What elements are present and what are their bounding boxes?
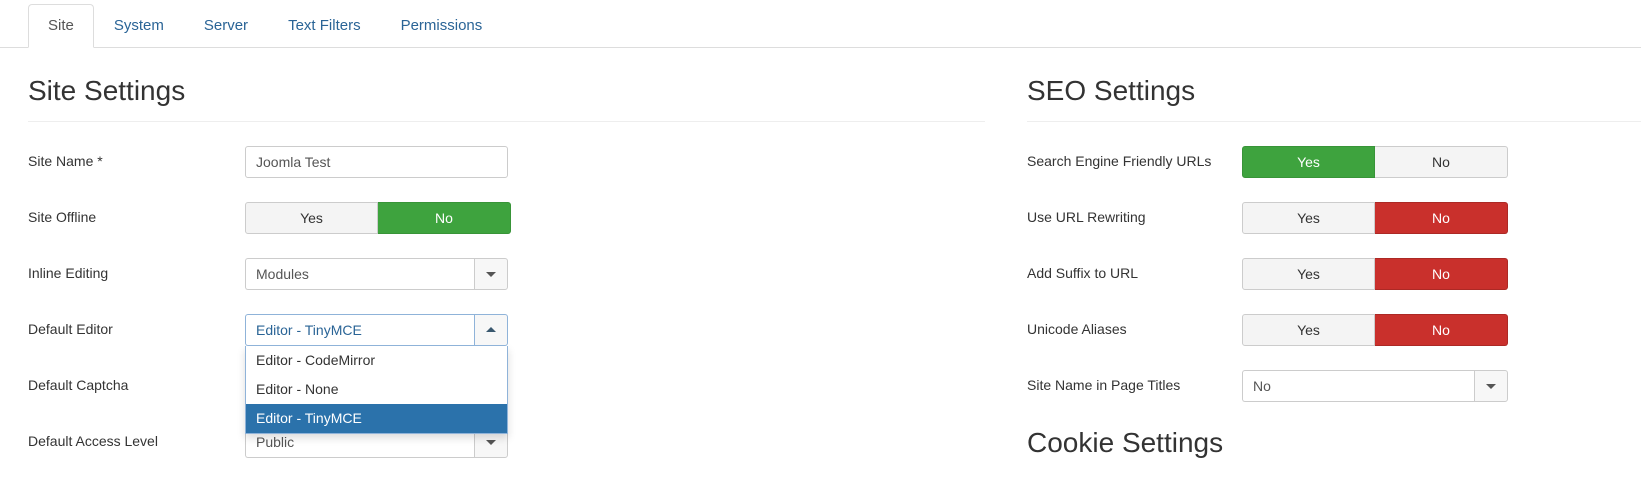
row-site-offline: Site Offline Yes No [28,201,985,234]
row-default-editor: Default Editor Editor - TinyMCE Editor -… [28,313,985,434]
default-editor-option-codemirror[interactable]: Editor - CodeMirror [246,346,507,375]
row-inline-editing: Inline Editing Modules [28,257,985,290]
tab-system[interactable]: System [94,4,184,48]
tab-server-label: Server [203,17,249,34]
cookie-settings-heading: Cookie Settings [1027,426,1224,458]
url-rewriting-label: Use URL Rewriting [1027,208,1146,225]
row-sef-urls: Search Engine Friendly URLs Yes No [1027,145,1641,178]
site-name-in-titles-control: No [1242,369,1508,402]
default-editor-value[interactable]: Editor - TinyMCE [245,313,474,346]
default-editor-option-list: Editor - CodeMirror Editor - None Editor… [245,345,508,434]
site-name-in-titles-select[interactable]: No [1242,369,1508,402]
site-name-control [245,145,508,178]
default-editor-control: Editor - TinyMCE Editor - CodeMirror Edi… [245,313,508,434]
tab-site-label: Site [48,17,74,34]
site-offline-label: Site Offline [28,208,97,225]
add-suffix-control: Yes No [1242,257,1508,290]
default-captcha-label: Default Captcha [28,376,129,393]
inline-editing-select[interactable]: Modules [245,257,508,290]
default-editor-option-tinymce[interactable]: Editor - TinyMCE [246,403,507,433]
inline-editing-control: Modules [245,257,508,290]
tab-permissions[interactable]: Permissions [381,4,503,48]
add-suffix-yes[interactable]: Yes [1242,257,1375,290]
site-name-input[interactable] [245,145,508,178]
url-rewriting-btngroup: Yes No [1242,201,1508,234]
url-rewriting-control: Yes No [1242,201,1508,234]
sef-urls-label: Search Engine Friendly URLs [1027,152,1212,169]
site-name-label: Site Name * [28,152,103,169]
url-rewriting-no[interactable]: No [1375,201,1508,234]
inline-editing-value[interactable]: Modules [245,257,474,290]
default-editor-combobox-head[interactable]: Editor - TinyMCE [245,313,508,346]
unicode-aliases-no[interactable]: No [1375,313,1508,346]
tab-server[interactable]: Server [184,4,268,48]
site-settings-heading: Site Settings [28,75,186,106]
row-site-name: Site Name * [28,145,985,178]
unicode-aliases-label: Unicode Aliases [1027,320,1127,337]
row-url-rewriting: Use URL Rewriting Yes No [1027,201,1641,234]
chevron-up-icon[interactable] [474,313,508,346]
tab-text-filters[interactable]: Text Filters [268,4,381,48]
chevron-down-icon[interactable] [1474,369,1508,402]
site-name-in-titles-label: Site Name in Page Titles [1027,376,1181,393]
seo-settings-heading: SEO Settings [1027,75,1196,106]
chevron-down-icon[interactable] [474,257,508,290]
site-offline-btngroup: Yes No [245,201,511,234]
tab-permissions-label: Permissions [400,17,483,34]
tab-site[interactable]: Site [28,4,94,48]
seo-settings-divider [1027,120,1641,122]
inline-editing-label: Inline Editing [28,264,109,281]
site-offline-yes[interactable]: Yes [245,201,378,234]
default-access-level-label: Default Access Level [28,432,158,449]
tab-text-filters-label: Text Filters [288,17,361,34]
add-suffix-label: Add Suffix to URL [1027,264,1139,281]
site-offline-no[interactable]: No [378,201,511,234]
unicode-aliases-yes[interactable]: Yes [1242,313,1375,346]
default-editor-combobox-open: Editor - TinyMCE Editor - CodeMirror Edi… [245,313,508,434]
site-settings-divider [28,120,985,122]
sef-urls-no[interactable]: No [1375,145,1508,178]
site-offline-control: Yes No [245,201,511,234]
url-rewriting-yes[interactable]: Yes [1242,201,1375,234]
add-suffix-no[interactable]: No [1375,257,1508,290]
row-unicode-aliases: Unicode Aliases Yes No [1027,313,1641,346]
tab-system-label: System [113,17,164,34]
sef-urls-btngroup: Yes No [1242,145,1508,178]
unicode-aliases-control: Yes No [1242,313,1508,346]
default-editor-option-none[interactable]: Editor - None [246,375,507,404]
settings-columns: Site Settings Site Name * Site Offline Y… [0,48,1641,459]
add-suffix-btngroup: Yes No [1242,257,1508,290]
unicode-aliases-btngroup: Yes No [1242,313,1508,346]
site-name-in-titles-value[interactable]: No [1242,369,1474,402]
site-settings-panel: Site Settings Site Name * Site Offline Y… [0,48,1013,458]
row-add-suffix: Add Suffix to URL Yes No [1027,257,1641,290]
row-site-name-in-titles: Site Name in Page Titles No [1027,369,1641,402]
seo-settings-panel: SEO Settings Search Engine Friendly URLs… [1013,48,1641,459]
default-editor-label: Default Editor [28,320,113,337]
sef-urls-control: Yes No [1242,145,1508,178]
settings-tabbar: Site System Server Text Filters Permissi… [0,0,1641,48]
sef-urls-yes[interactable]: Yes [1242,145,1375,178]
